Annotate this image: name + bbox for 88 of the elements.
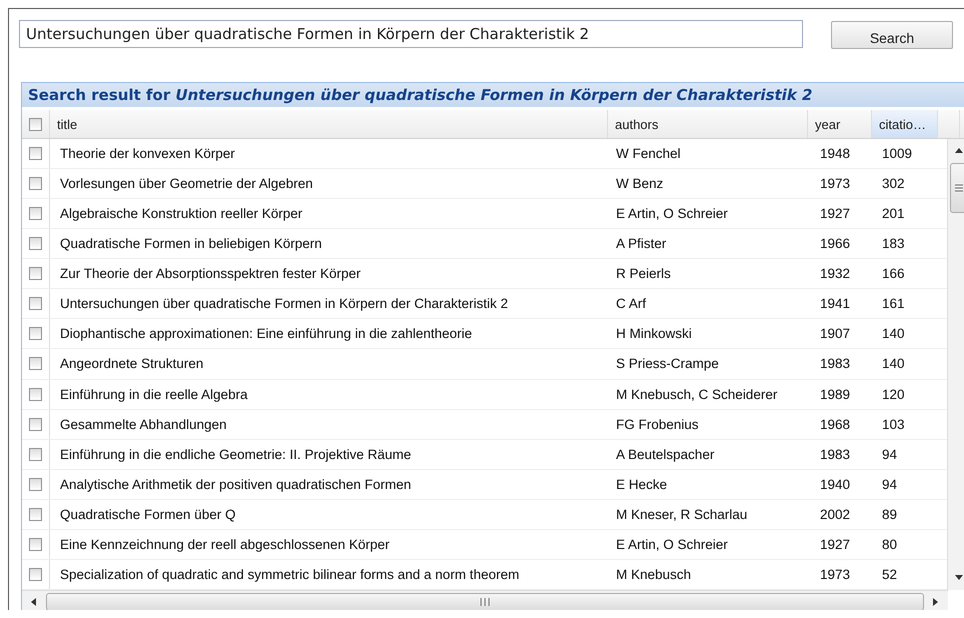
row-checkbox[interactable] xyxy=(29,297,42,310)
table-cell-text: E Artin, O Schreier xyxy=(615,206,729,222)
table-cell-text: Zur Theorie der Absorptionsspektren fester Körper xyxy=(59,266,362,282)
table-cell-text: E Artin, O Schreier xyxy=(615,536,729,552)
column-header[interactable]: citatio… xyxy=(872,110,938,138)
table-cell-text: M Knebusch, C Scheiderer xyxy=(615,386,778,402)
vertical-scrollbar[interactable] xyxy=(947,139,964,590)
table-cell-text: FG Frobenius xyxy=(615,416,700,432)
table-cell-text: 2002 xyxy=(819,506,852,522)
table-cell-text: 89 xyxy=(881,506,898,522)
scroll-thumb[interactable] xyxy=(950,163,964,213)
table-cell-text: Einführung in die endliche Geometrie: II. Projektive Räume xyxy=(59,446,412,462)
row-checkbox[interactable] xyxy=(29,448,42,461)
column-header[interactable]: title xyxy=(50,110,608,138)
table-cell-text: 1983 xyxy=(819,446,852,462)
table-cell-text: Algebraische Konstruktion reeller Körper xyxy=(59,206,304,222)
table-cell-text: 140 xyxy=(881,356,906,372)
table-cell-text: Vorlesungen über Geometrie der Algebren xyxy=(59,176,314,192)
column-header[interactable]: authors xyxy=(608,110,808,138)
table-cell-text: E Hecke xyxy=(615,476,668,492)
table-cell-text: Quadratische Formen über Q xyxy=(59,506,237,522)
scroll-thumb[interactable] xyxy=(46,593,924,610)
table-cell-text: Angeordnete Strukturen xyxy=(59,356,204,372)
table-cell-text: 166 xyxy=(881,266,906,282)
table-cell-text: Untersuchungen über quadratische Formen in Körpern der Charakteristik 2 xyxy=(59,296,509,312)
row-checkbox[interactable] xyxy=(29,538,42,551)
table-cell-text: 1941 xyxy=(819,296,852,312)
scroll-left-icon[interactable] xyxy=(29,597,39,607)
table-cell-text: 1009 xyxy=(881,146,914,162)
table-cell-text: Analytische Arithmetik der positiven quadratischen Formen xyxy=(59,476,412,492)
table-cell-text: Specialization of quadratic and symmetric bilinear forms and a norm theorem xyxy=(59,566,520,582)
select-all-checkbox[interactable] xyxy=(29,118,42,130)
table-cell-text: R Peierls xyxy=(615,266,672,282)
scroll-up-icon[interactable] xyxy=(954,146,964,156)
search-field[interactable]: Untersuchungen über quadratische Formen in Körpern der Charakteristik 2 xyxy=(19,20,803,48)
table-cell-text: Theorie der konvexen Körper xyxy=(59,146,236,162)
row-checkbox[interactable] xyxy=(29,418,42,431)
table-cell-text: C Arf xyxy=(615,296,648,312)
table-cell-text: Quadratische Formen in beliebigen Körpern xyxy=(59,236,323,252)
table-cell-text: 1940 xyxy=(819,476,852,492)
table-cell-text: 161 xyxy=(881,296,906,312)
table-cell-text: Gesammelte Abhandlungen xyxy=(59,416,228,432)
row-checkbox[interactable] xyxy=(29,147,42,160)
table-cell-text: 120 xyxy=(881,386,906,402)
table-cell-text: Einführung in die reelle Algebra xyxy=(59,386,249,402)
table-cell-text: M Knebusch xyxy=(615,566,692,582)
table-cell-text: 1966 xyxy=(819,236,852,252)
horizontal-scrollbar[interactable] xyxy=(22,590,948,610)
row-checkbox[interactable] xyxy=(29,568,42,581)
table-cell-text: 140 xyxy=(881,326,906,342)
table-cell-text: H Minkowski xyxy=(615,326,693,342)
table-cell-text: W Benz xyxy=(615,176,664,192)
row-checkbox[interactable] xyxy=(29,357,42,370)
row-checkbox[interactable] xyxy=(29,177,42,190)
table-cell-text: A Pfister xyxy=(615,236,668,252)
table-cell-text: 1983 xyxy=(819,356,852,372)
table-cell-text: 103 xyxy=(881,416,906,432)
results-heading: Search result for Untersuchungen über quadratische Formen in Körpern der Charakteristik 2 xyxy=(22,83,964,107)
table-cell-text: 1932 xyxy=(819,266,852,282)
table-cell-text: 80 xyxy=(881,536,898,552)
row-checkbox[interactable] xyxy=(29,508,42,521)
table-cell-text: Eine Kennzeichnung der reell abgeschlossenen Körper xyxy=(59,536,390,552)
table-cell-text: 1907 xyxy=(819,326,852,342)
table-cell-text: 1968 xyxy=(819,416,852,432)
table-cell-text: A Beutelspacher xyxy=(615,446,716,462)
table-cell-text: 94 xyxy=(881,446,898,462)
row-checkbox[interactable] xyxy=(29,327,42,340)
row-checkbox[interactable] xyxy=(29,267,42,280)
table-cell-text: 302 xyxy=(881,176,906,192)
table-cell-text: 1973 xyxy=(819,176,852,192)
row-checkbox[interactable] xyxy=(29,478,42,491)
table-cell-text: M Kneser, R Scharlau xyxy=(615,506,748,522)
row-checkbox[interactable] xyxy=(29,237,42,250)
table-cell-text: 1973 xyxy=(819,566,852,582)
row-checkbox[interactable] xyxy=(29,207,42,220)
search-button[interactable]: Search xyxy=(831,21,953,49)
table-cell-text: 1989 xyxy=(819,386,852,402)
table-cell-text: Diophantische approximationen: Eine einführung in die zahlentheorie xyxy=(59,326,474,342)
table-cell-text: 52 xyxy=(881,566,898,582)
table-cell-text: 1927 xyxy=(819,536,852,552)
row-checkbox[interactable] xyxy=(29,388,42,401)
table-cell-text: W Fenchel xyxy=(615,146,682,162)
table-cell-text: 183 xyxy=(881,236,906,252)
table-cell-text: 1948 xyxy=(819,146,852,162)
table-cell-text: S Priess-Crampe xyxy=(615,356,720,372)
table-cell-text: 201 xyxy=(881,206,906,222)
table-cell-text: 94 xyxy=(881,476,898,492)
table-cell-text: 1927 xyxy=(819,206,852,222)
